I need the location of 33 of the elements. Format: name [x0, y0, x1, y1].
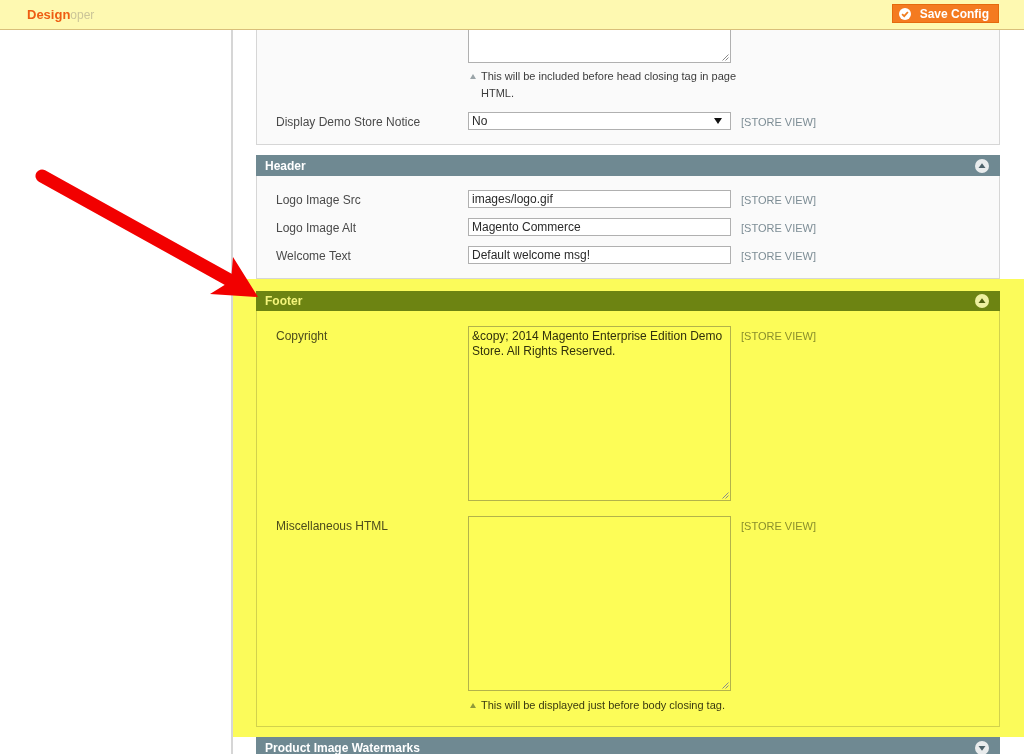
caret-icon [714, 118, 722, 124]
section-header[interactable]: Footer [256, 291, 1000, 311]
resize-grip-icon [722, 682, 729, 689]
scope-label: [STORE VIEW] [741, 115, 816, 129]
field-label: Logo Image Alt [276, 221, 357, 235]
faded-breadcrumb-text: oper [70, 7, 95, 23]
resize-grip-icon [722, 54, 729, 61]
section-header[interactable]: Header [256, 155, 1000, 176]
scope-label: [STORE VIEW] [741, 329, 816, 343]
resize-grip-icon [722, 492, 729, 499]
text-input[interactable]: images/logo.gif [468, 190, 731, 208]
hint-text: This will be displayed just before body closing tag. [481, 698, 726, 713]
scope-label: [STORE VIEW] [741, 519, 816, 533]
scope-label: [STORE VIEW] [741, 249, 816, 263]
scope-label: [STORE VIEW] [741, 193, 816, 207]
triangle-icon [470, 74, 476, 79]
textarea-field[interactable] [468, 30, 731, 63]
textarea-field[interactable] [468, 516, 731, 691]
triangle-icon [470, 703, 476, 708]
field-label: Miscellaneous HTML [276, 519, 389, 533]
field-label: Welcome Text [276, 249, 351, 263]
field-label: Copyright [276, 329, 328, 343]
text-input[interactable]: Magento Commerce [468, 218, 731, 236]
field-label: Logo Image Src [276, 193, 361, 207]
page-title: Design [27, 7, 71, 23]
scope-label: [STORE VIEW] [741, 221, 816, 235]
textarea-field[interactable]: &copy; 2014 Magento Enterprise Edition Demo Store. All Rights Reserved. [468, 326, 731, 501]
field-label: Display Demo Store Notice [276, 115, 421, 129]
dropdown-select[interactable]: No [468, 112, 731, 130]
check-circle-icon [898, 7, 911, 20]
text-input[interactable]: Default welcome msg! [468, 246, 731, 264]
hint-text: This will be included before head closing tag in page HTML. [481, 69, 737, 101]
section-header[interactable]: Product Image Watermarks [256, 737, 1000, 754]
